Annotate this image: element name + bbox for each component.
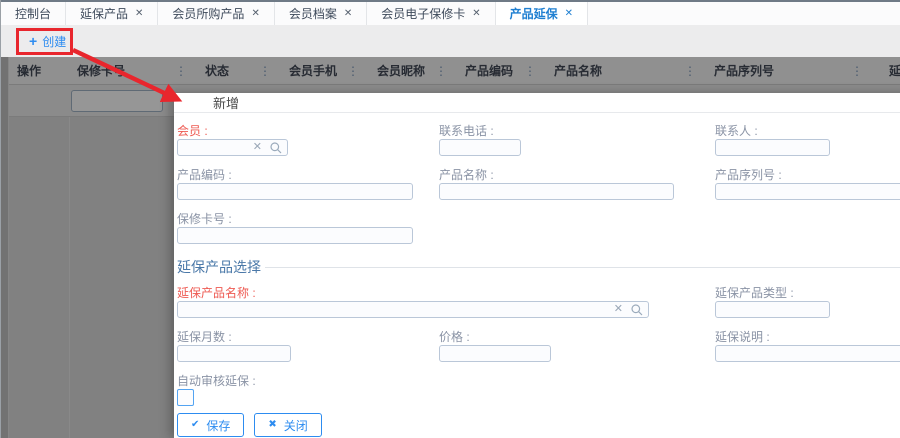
section-divider xyxy=(265,266,900,268)
contact-phone-label: 联系电话 : xyxy=(439,124,494,138)
tab-member-purchased-products[interactable]: 会员所购产品 ✕ xyxy=(158,2,275,25)
cross-icon: ✖ xyxy=(268,419,277,430)
price-label: 价格 : xyxy=(439,330,470,344)
tab-label: 会员所购产品 xyxy=(172,7,245,21)
tab-bar: 控制台 延保产品 ✕ 会员所购产品 ✕ 会员档案 ✕ 会员电子保修卡 ✕ 产品延… xyxy=(1,0,900,25)
ewp-desc-label: 延保说明 : xyxy=(715,330,770,344)
tab-label: 控制台 xyxy=(15,7,52,21)
ewp-months-input[interactable] xyxy=(177,345,291,362)
tab-close-icon[interactable]: ✕ xyxy=(135,8,143,19)
tab-label: 产品延保 xyxy=(509,7,558,21)
close-button[interactable]: ✖ 关闭 xyxy=(254,413,322,437)
modal-body: 会员 : ✕ 联系电话 : 联系人: 产品编码: 产品名称: 产品序列号 … xyxy=(174,113,900,437)
tab-member-profiles[interactable]: 会员档案 ✕ xyxy=(275,2,368,25)
ewp-selection-section: 延保产品选择 xyxy=(177,257,900,277)
product-name-input[interactable] xyxy=(439,183,674,200)
save-button[interactable]: ✔ 保存 xyxy=(177,413,245,437)
ewp-type-label: 延保产品类型 : xyxy=(715,286,794,300)
product-serial-label: 产品序列号 : xyxy=(715,168,782,182)
annotation-highlight-box xyxy=(16,28,73,55)
product-name-label: 产品名称 : xyxy=(439,168,494,182)
warranty-card-label: 保修卡号 : xyxy=(177,212,232,226)
save-button-label: 保存 xyxy=(206,418,231,433)
modal-header: 新增 xyxy=(174,93,900,113)
ewp-name-search-field: ✕ xyxy=(177,301,649,318)
tab-console[interactable]: 控制台 xyxy=(1,2,67,25)
tab-close-icon[interactable]: ✕ xyxy=(565,8,573,19)
contact-person-input[interactable] xyxy=(715,139,830,156)
close-button-label: 关闭 xyxy=(283,418,308,433)
clear-icon[interactable]: ✕ xyxy=(253,142,262,153)
member-search-field: ✕ xyxy=(177,139,288,156)
auto-audit-checkbox[interactable] xyxy=(177,389,194,406)
contact-phone-input[interactable] xyxy=(439,139,521,156)
warranty-card-input[interactable] xyxy=(177,227,413,244)
tab-close-icon[interactable]: ✕ xyxy=(472,8,480,19)
search-icon[interactable] xyxy=(270,141,282,154)
tab-product-extended-warranty[interactable]: 产品延保 ✕ xyxy=(495,2,589,25)
check-icon: ✔ xyxy=(191,419,200,430)
ewp-type-input[interactable] xyxy=(715,301,830,318)
ewp-selection-section-title: 延保产品选择 xyxy=(177,259,261,275)
modal-title: 新增 xyxy=(213,96,240,111)
ewp-name-input[interactable] xyxy=(177,301,649,318)
tab-close-icon[interactable]: ✕ xyxy=(251,8,259,19)
page: 控制台 延保产品 ✕ 会员所购产品 ✕ 会员档案 ✕ 会员电子保修卡 ✕ 产品延… xyxy=(0,0,900,438)
tab-close-icon[interactable]: ✕ xyxy=(344,8,352,19)
tab-label: 会员档案 xyxy=(288,7,337,21)
member-label: 会员 : xyxy=(177,124,208,138)
product-code-label: 产品编码 : xyxy=(177,168,232,182)
tab-label: 会员电子保修卡 xyxy=(381,7,466,21)
ewp-months-label: 延保月数 : xyxy=(177,330,232,344)
tab-label: 延保产品 xyxy=(80,7,129,21)
ewp-name-label: 延保产品名称 : xyxy=(177,286,256,300)
contact-person-label: 联系人 : xyxy=(715,124,758,138)
tab-member-ewarranty-card[interactable]: 会员电子保修卡 ✕ xyxy=(367,2,496,25)
create-extended-warranty-modal: 新增 会员 : ✕ 联系电话: 联系人: 产品编码: 产品名称: 产品序… xyxy=(174,93,900,438)
price-input[interactable] xyxy=(439,345,551,362)
auto-audit-label: 自动审核延保 : xyxy=(177,374,256,388)
product-code-input[interactable] xyxy=(177,183,413,200)
clear-icon[interactable]: ✕ xyxy=(614,304,623,315)
product-serial-input[interactable] xyxy=(715,183,900,200)
search-icon[interactable] xyxy=(631,303,643,316)
tab-warranty-products[interactable]: 延保产品 ✕ xyxy=(66,2,159,25)
ewp-desc-input[interactable] xyxy=(715,345,900,362)
toolbar: + 创建 xyxy=(1,25,900,57)
